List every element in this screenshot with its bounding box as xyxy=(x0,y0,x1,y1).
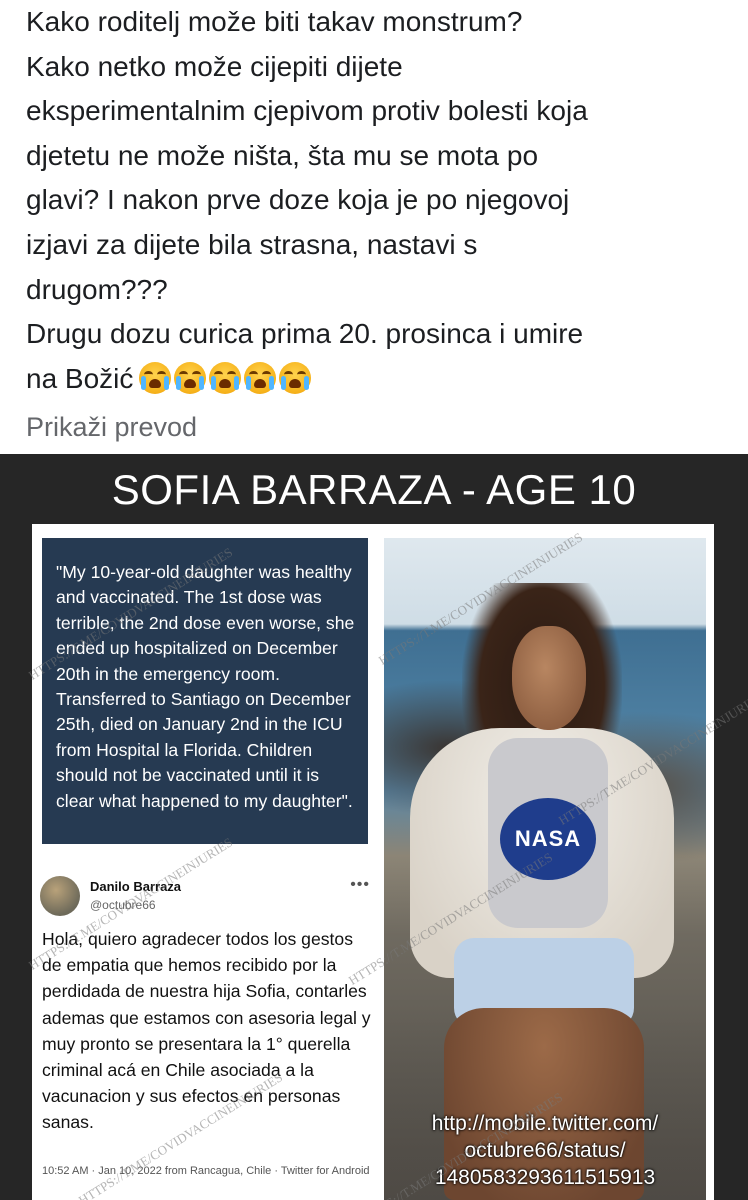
loudly-crying-face-icon xyxy=(244,361,277,394)
loudly-crying-face-icon xyxy=(139,361,172,394)
image-panel: "My 10-year-old daughter was healthy and… xyxy=(32,524,714,1200)
photo-url-caption: http://mobile.twitter.com/ octubre66/sta… xyxy=(384,1110,706,1191)
loudly-crying-face-icon xyxy=(174,361,207,394)
post-image[interactable]: SOFIA BARRAZA - AGE 10 "My 10-year-old d… xyxy=(0,454,748,1200)
post-line: Drugu dozu curica prima 20. prosinca i u… xyxy=(26,318,584,350)
tweet-body: Hola, quiero agradecer todos los gestos … xyxy=(42,929,371,1133)
photo-url-line: 1480583293611515913 xyxy=(434,1166,656,1189)
quote-box: "My 10-year-old daughter was healthy and… xyxy=(42,538,368,844)
loudly-crying-face-icon xyxy=(279,361,312,394)
tweet-author: Danilo Barraza @octubre66 ••• xyxy=(40,874,370,918)
loudly-crying-face-icon xyxy=(209,361,242,394)
post-line: izjavi za dijete bila strasna, nastavi s xyxy=(26,228,478,260)
avatar xyxy=(40,876,80,916)
see-translation-link[interactable]: Prikaži prevod xyxy=(26,412,197,443)
post-line: drugom??? xyxy=(26,273,168,305)
photo-url-line: octubre66/status/ xyxy=(464,1139,626,1162)
post-line: eksperimentalnim cjepivom protiv bolesti… xyxy=(26,95,588,127)
post-line: djetetu ne može ništa, šta mu se mota po xyxy=(26,139,539,171)
post-line: glavi? I nakon prve doze koja je po njeg… xyxy=(26,184,570,216)
tweet-author-name: Danilo Barraza xyxy=(90,879,182,894)
nasa-logo: NASA xyxy=(500,798,596,880)
tweet-meta: 10:52 AM · Jan 10, 2022 from Rancagua, C… xyxy=(42,1165,370,1177)
girl-photo: NASA http://mobile.twitter.com/ octubre6… xyxy=(384,538,706,1200)
tweet-author-handle: @octubre66 xyxy=(90,898,156,912)
post-line: Kako roditelj može biti takav monstrum? xyxy=(26,6,523,37)
post-line: Kako netko može cijepiti dijete xyxy=(26,50,403,82)
post-line: na Božić xyxy=(26,362,134,394)
photo-face xyxy=(512,626,586,730)
photo-url-line: http://mobile.twitter.com/ xyxy=(431,1112,659,1135)
crying-emoji-row xyxy=(139,361,312,394)
more-options-icon: ••• xyxy=(350,876,370,893)
post-text: Kako roditelj može biti takav monstrum? … xyxy=(26,0,726,401)
image-headline: SOFIA BARRAZA - AGE 10 xyxy=(111,466,637,513)
